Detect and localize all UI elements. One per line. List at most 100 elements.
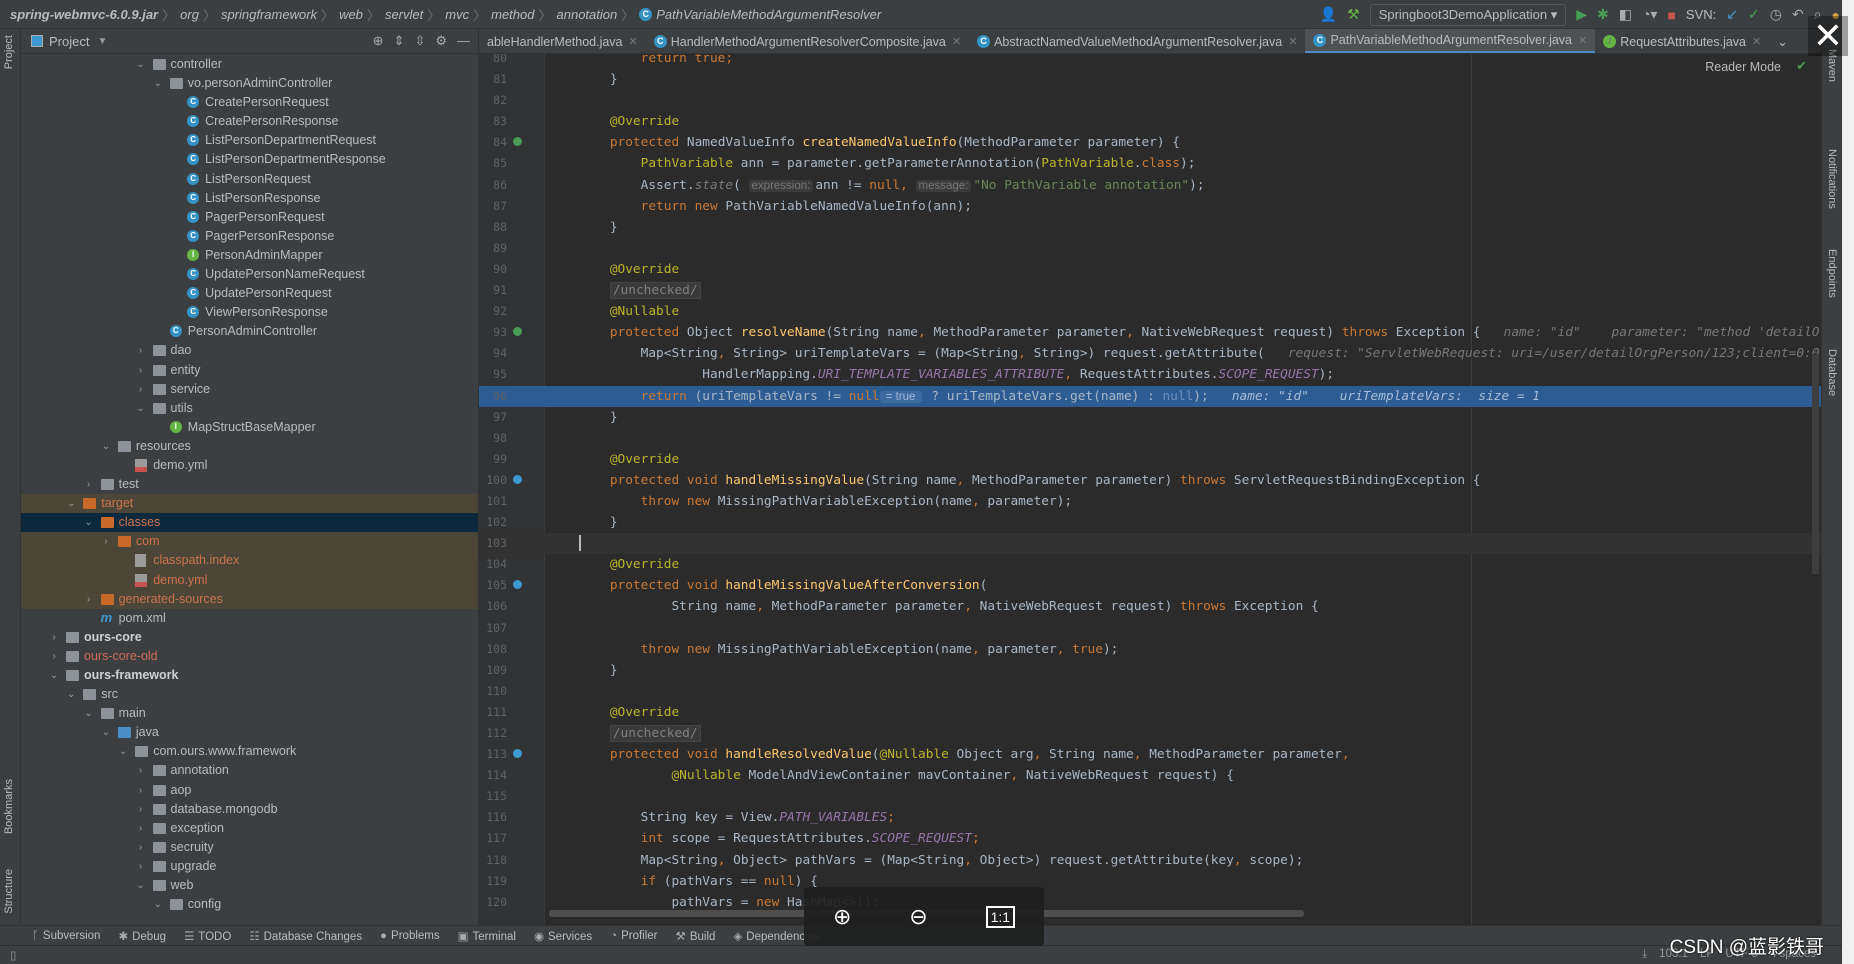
chevron-down-icon[interactable]: ⌄ bbox=[135, 876, 147, 895]
chevron-right-icon[interactable]: › bbox=[135, 800, 147, 819]
bookmarks-tool-tab[interactable]: Bookmarks bbox=[3, 779, 15, 834]
tree-item[interactable]: ⌄ com.ours.www.framework bbox=[21, 742, 478, 761]
tree-item[interactable]: ⌄ config bbox=[21, 895, 478, 914]
vcs-user-icon[interactable]: 👤 bbox=[1320, 6, 1337, 23]
run-config-select[interactable]: Springboot3DemoApplication ▾ bbox=[1369, 3, 1567, 26]
chevron-right-icon[interactable]: › bbox=[48, 628, 60, 647]
close-tab-icon[interactable]: ✕ bbox=[1288, 35, 1297, 48]
editor-tab[interactable]: C PathVariableMethodArgumentResolver.java… bbox=[1305, 29, 1596, 53]
tree-item[interactable]: C CreatePersonRequest bbox=[21, 93, 478, 112]
tool-window-problems[interactable]: ● Problems bbox=[380, 930, 440, 942]
breadcrumb-item[interactable]: annotation bbox=[557, 7, 618, 22]
close-tab-icon[interactable]: ✕ bbox=[629, 35, 638, 48]
hide-icon[interactable]: — bbox=[457, 33, 470, 49]
tree-item[interactable]: ⌄ target bbox=[21, 494, 478, 514]
tree-item[interactable]: C PagerPersonRequest bbox=[21, 208, 478, 227]
toggle-tool-windows-icon[interactable]: ▯ bbox=[10, 948, 16, 962]
zoom-in-icon[interactable]: ⊕ bbox=[833, 904, 851, 930]
tool-tab-database[interactable]: Database bbox=[1826, 349, 1838, 396]
vertical-scrollbar[interactable] bbox=[1812, 354, 1819, 574]
tree-item[interactable]: ⌄ ours-framework bbox=[21, 666, 478, 685]
tree-item[interactable]: ⌄ main bbox=[21, 704, 478, 723]
tree-item[interactable]: ⌄ controller bbox=[21, 55, 478, 74]
tree-item[interactable]: demo.yml bbox=[21, 456, 478, 475]
tool-window-database-changes[interactable]: ☷ Database Changes bbox=[249, 929, 362, 943]
tree-item[interactable]: C PersonAdminController bbox=[21, 322, 478, 341]
tree-item[interactable]: ⌄ vo.personAdminController bbox=[21, 74, 478, 93]
editor-tab[interactable]: C AbstractNamedValueMethodArgumentResolve… bbox=[969, 29, 1305, 53]
chevron-right-icon[interactable]: › bbox=[83, 590, 95, 609]
breadcrumb-item[interactable]: spring-webmvc-6.0.9.jar bbox=[10, 7, 158, 22]
svn-commit-icon[interactable]: ✓ bbox=[1748, 6, 1760, 23]
tree-item[interactable]: ⌄ resources bbox=[21, 437, 478, 456]
chevron-down-icon[interactable]: ⌄ bbox=[100, 437, 112, 456]
breadcrumb-item[interactable]: servlet bbox=[385, 7, 423, 22]
tool-window-todo[interactable]: ☰ TODO bbox=[184, 929, 231, 943]
tree-item[interactable]: C UpdatePersonNameRequest bbox=[21, 265, 478, 284]
chevron-down-icon[interactable]: ⌄ bbox=[83, 513, 95, 532]
tool-window-subversion[interactable]: ᚴ Subversion bbox=[32, 930, 100, 942]
tree-item[interactable]: › entity bbox=[21, 361, 478, 380]
tree-item[interactable]: › test bbox=[21, 475, 478, 494]
expand-all-icon[interactable]: ⇕ bbox=[394, 33, 405, 49]
chevron-right-icon[interactable]: › bbox=[135, 838, 147, 857]
tab-list-chevron-icon[interactable]: ⌄ bbox=[1769, 29, 1795, 53]
actual-size-button[interactable]: 1:1 bbox=[985, 905, 1016, 928]
tree-item[interactable]: › ours-core bbox=[21, 628, 478, 647]
tool-tab-notifications[interactable]: Notifications bbox=[1826, 149, 1838, 209]
project-view-select[interactable]: Project bbox=[49, 34, 89, 49]
tool-window-build[interactable]: ⚒ Build bbox=[676, 929, 716, 943]
tree-item[interactable]: ⌄ src bbox=[21, 685, 478, 704]
override-marker-icon[interactable] bbox=[513, 474, 522, 484]
chevron-down-icon[interactable]: ⌄ bbox=[152, 74, 164, 93]
chevron-right-icon[interactable]: › bbox=[135, 819, 147, 838]
editor-tab[interactable]: I RequestAttributes.java ✕ bbox=[1595, 29, 1769, 53]
editor-tab[interactable]: ableHandlerMethod.java ✕ bbox=[479, 29, 646, 53]
tree-item[interactable]: › com bbox=[21, 532, 478, 552]
chevron-right-icon[interactable]: › bbox=[100, 532, 112, 551]
chevron-right-icon[interactable]: › bbox=[135, 857, 147, 876]
close-tab-icon[interactable]: ✕ bbox=[1752, 35, 1761, 48]
tree-item[interactable]: C CreatePersonResponse bbox=[21, 112, 478, 131]
chevron-right-icon[interactable]: › bbox=[83, 475, 95, 494]
tree-item[interactable]: ⌄ utils bbox=[21, 399, 478, 418]
chevron-down-icon[interactable]: ⌄ bbox=[100, 723, 112, 742]
tree-item[interactable]: C ListPersonResponse bbox=[21, 189, 478, 208]
close-tab-icon[interactable]: ✕ bbox=[1578, 34, 1587, 47]
gear-icon[interactable]: ⚙ bbox=[435, 33, 447, 49]
rollback-icon[interactable]: ↶ bbox=[1792, 6, 1804, 23]
tree-item[interactable]: › service bbox=[21, 380, 478, 399]
zoom-out-icon[interactable]: ⊖ bbox=[909, 904, 927, 930]
tree-item[interactable]: C ListPersonDepartmentRequest bbox=[21, 131, 478, 150]
tree-item[interactable]: I MapStructBaseMapper bbox=[21, 418, 478, 437]
close-icon[interactable]: ✕ bbox=[1808, 16, 1848, 56]
chevron-down-icon[interactable]: ⌄ bbox=[135, 399, 147, 418]
chevron-down-icon[interactable]: ⌄ bbox=[117, 742, 129, 761]
override-marker-icon[interactable] bbox=[513, 580, 522, 590]
tool-window-debug[interactable]: ✱ Debug bbox=[118, 929, 166, 943]
tool-tab-endpoints[interactable]: Endpoints bbox=[1826, 249, 1838, 298]
collapse-all-icon[interactable]: ⇳ bbox=[414, 33, 425, 49]
chevron-right-icon[interactable]: › bbox=[48, 647, 60, 666]
tree-item[interactable]: › secruity bbox=[21, 838, 478, 857]
tree-item[interactable]: C PagerPersonResponse bbox=[21, 227, 478, 246]
tree-item[interactable]: C ViewPersonResponse bbox=[21, 303, 478, 322]
chevron-right-icon[interactable]: › bbox=[135, 341, 147, 360]
tool-window-terminal[interactable]: ▣ Terminal bbox=[458, 929, 516, 943]
breadcrumb-item[interactable]: mvc bbox=[445, 7, 469, 22]
stop-icon[interactable]: ■ bbox=[1667, 7, 1675, 23]
editor-tab[interactable]: C HandlerMethodArgumentResolverComposite.… bbox=[646, 29, 969, 53]
code-editor[interactable]: 80 return true; 81 } 82 83 @Override 84 prot… bbox=[479, 54, 1821, 925]
tool-window-services[interactable]: ◉ Services bbox=[534, 929, 592, 943]
chevron-right-icon[interactable]: › bbox=[135, 380, 147, 399]
history-icon[interactable]: ◷ bbox=[1770, 6, 1782, 23]
project-tool-tab[interactable]: Project bbox=[3, 35, 15, 69]
tree-item[interactable]: › ours-core-old bbox=[21, 647, 478, 666]
run-icon[interactable]: ▶ bbox=[1576, 6, 1587, 23]
tree-item[interactable]: I PersonAdminMapper bbox=[21, 246, 478, 265]
tree-item[interactable]: › database.mongodb bbox=[21, 800, 478, 819]
locate-icon[interactable]: ⊕ bbox=[373, 33, 384, 49]
svn-update-icon[interactable]: ↙ bbox=[1726, 6, 1738, 23]
override-marker-icon[interactable] bbox=[513, 327, 522, 337]
chevron-right-icon[interactable]: › bbox=[135, 761, 147, 780]
